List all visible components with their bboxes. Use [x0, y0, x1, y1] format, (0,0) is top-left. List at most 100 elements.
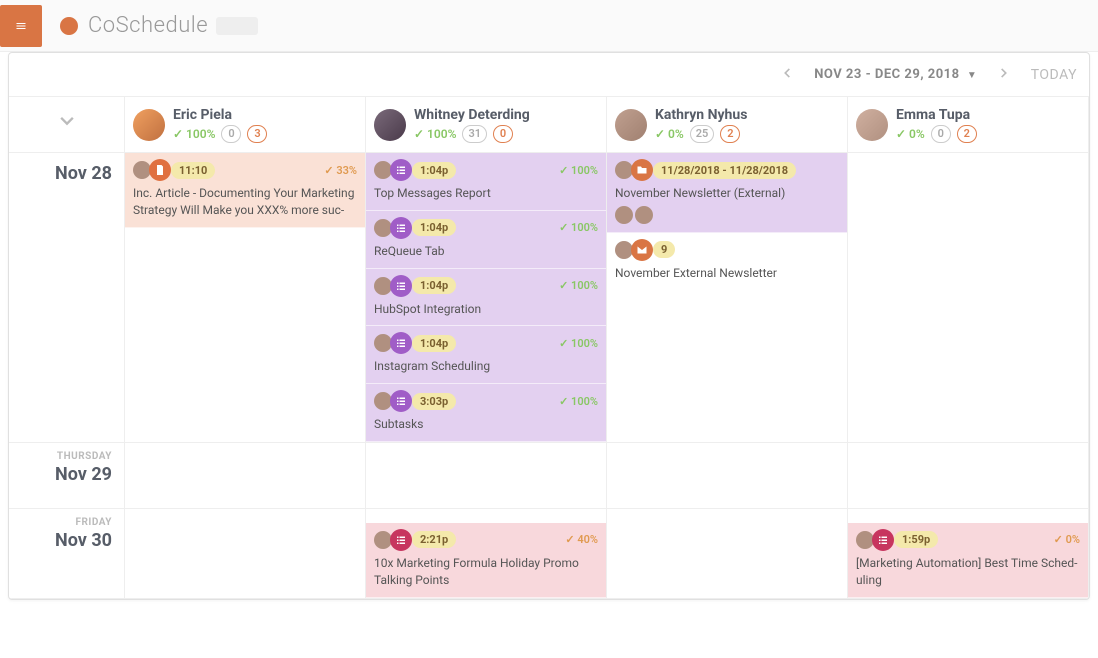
column-header-eric[interactable]: Eric Piela 100% 0 3 [125, 97, 366, 153]
task-card[interactable]: 3:03p 100% Subtasks [366, 384, 606, 442]
list-icon [872, 529, 894, 551]
cell-whitney-nov29 [366, 443, 607, 509]
date-label: Nov 29 [13, 464, 112, 485]
card-pct: 100% [559, 221, 598, 234]
hamburger-menu[interactable] [0, 5, 42, 47]
list-icon [390, 529, 412, 551]
count-badge: 0 [931, 125, 951, 143]
card-title: 10x Marketing Formula Holiday Promo Talk… [374, 555, 598, 589]
mail-icon [631, 239, 653, 261]
avatar [635, 206, 653, 224]
prev-period-button[interactable] [774, 62, 800, 88]
list-icon [390, 332, 412, 354]
cell-eric-nov29 [125, 443, 366, 509]
card-title: HubSpot Integration [374, 301, 598, 318]
task-card[interactable]: 1:59p 0% [Marketing Automation] Best Tim… [848, 523, 1088, 598]
task-card[interactable]: 1:04p 100% ReQueue Tab [366, 211, 606, 269]
card-time: 11:10 [171, 162, 215, 179]
card-time: 1:04p [412, 162, 456, 179]
task-card[interactable]: 11:10 33% Inc. Article - Documenting You… [125, 153, 365, 228]
cell-eric-nov28: 11:10 33% Inc. Article - Documenting You… [125, 153, 366, 443]
card-time: 3:03p [412, 393, 456, 410]
cell-emma-nov30: 1:59p 0% [Marketing Automation] Best Tim… [848, 509, 1089, 599]
task-card[interactable]: 1:04p 100% HubSpot Integration [366, 269, 606, 327]
document-icon [149, 159, 171, 181]
task-card[interactable]: 1:04p 100% Top Messages Report [366, 153, 606, 211]
completion-pct: 100% [173, 127, 215, 141]
cell-whitney-nov28: 1:04p 100% Top Messages Report 1:04p 100… [366, 153, 607, 443]
count-badge: 0 [493, 125, 513, 143]
avatar [615, 109, 647, 141]
card-pct: 100% [559, 337, 598, 350]
card-time: 1:04p [412, 335, 456, 352]
card-time: 1:59p [894, 531, 938, 548]
column-header-whitney[interactable]: Whitney Deterding 100% 31 0 [366, 97, 607, 153]
chevron-left-icon [780, 66, 794, 80]
card-date-range: 11/28/2018 - 11/28/2018 [653, 162, 796, 179]
card-pct: 0% [1054, 533, 1080, 546]
task-card[interactable]: 2:21p 40% 10x Marketing Formula Holiday … [366, 523, 606, 598]
card-pct: 100% [559, 395, 598, 408]
brand-name: CoSchedule [88, 13, 208, 38]
cell-kathryn-nov29 [607, 443, 848, 509]
top-bar: CoSchedule [0, 0, 1098, 52]
count-badge: 2 [957, 125, 977, 143]
completion-pct: 0% [655, 127, 684, 141]
cell-eric-nov30 [125, 509, 366, 599]
cell-whitney-nov30: 2:21p 40% 10x Marketing Formula Holiday … [366, 509, 607, 599]
task-card[interactable]: 1:04p 100% Instagram Scheduling [366, 326, 606, 384]
card-title: Top Messages Report [374, 185, 598, 202]
calendar-container: NOV 23 - DEC 29, 2018 ▼ TODAY Eric Piela… [8, 52, 1090, 600]
card-time: 2:21p [412, 531, 456, 548]
cell-emma-nov28 [848, 153, 1089, 443]
brand-tag [216, 17, 258, 35]
count-badge: 31 [462, 125, 487, 143]
date-range-label: NOV 23 - DEC 29, 2018 [814, 67, 959, 82]
card-time: 1:04p [412, 219, 456, 236]
cell-kathryn-nov30 [607, 509, 848, 599]
task-card[interactable]: 9 November External Newsletter [607, 233, 847, 291]
column-user-name: Kathryn Nyhus [655, 107, 747, 123]
completion-pct: 100% [414, 127, 456, 141]
dow-label: FRIDAY [13, 517, 112, 528]
cell-emma-nov29 [848, 443, 1089, 509]
column-user-name: Whitney Deterding [414, 107, 530, 123]
avatar [856, 109, 888, 141]
card-title: Subtasks [374, 416, 598, 433]
card-title: November External Newsletter [615, 265, 839, 282]
date-range-picker[interactable]: NOV 23 - DEC 29, 2018 ▼ [814, 67, 977, 82]
calendar-toolbar: NOV 23 - DEC 29, 2018 ▼ TODAY [9, 53, 1089, 97]
cell-kathryn-nov28: 11/28/2018 - 11/28/2018 November Newslet… [607, 153, 848, 443]
chevron-down-icon [57, 112, 77, 137]
date-label-nov30: FRIDAY Nov 30 [9, 509, 125, 599]
count-badge: 3 [247, 125, 267, 143]
card-title: ReQueue Tab [374, 243, 598, 260]
hamburger-icon [15, 20, 27, 32]
next-period-button[interactable] [991, 62, 1017, 88]
caret-down-icon: ▼ [967, 70, 977, 81]
avatar [615, 206, 633, 224]
date-label-nov29: THURSDAY Nov 29 [9, 443, 125, 509]
completion-pct: 0% [896, 127, 925, 141]
card-time: 1:04p [412, 277, 456, 294]
column-header-kathryn[interactable]: Kathryn Nyhus 0% 25 2 [607, 97, 848, 153]
list-icon [390, 390, 412, 412]
column-user-name: Emma Tupa [896, 107, 977, 123]
card-title: Inc. Article - Documenting Your Marketin… [133, 185, 357, 219]
card-pct: 100% [559, 279, 598, 292]
collaborator-avatars [615, 206, 839, 224]
card-pct: 40% [565, 533, 598, 546]
card-title: November Newsletter (External) [615, 185, 839, 202]
card-title: Instagram Scheduling [374, 358, 598, 375]
column-header-emma[interactable]: Emma Tupa 0% 0 2 [848, 97, 1089, 153]
expand-toggle-cell[interactable] [9, 97, 125, 153]
date-label-nov28: Nov 28 [9, 153, 125, 443]
column-user-name: Eric Piela [173, 107, 267, 123]
list-icon [390, 275, 412, 297]
folder-icon [631, 159, 653, 181]
date-label: Nov 30 [13, 530, 112, 551]
task-card[interactable]: 11/28/2018 - 11/28/2018 November Newslet… [607, 153, 847, 233]
count-badge: 2 [720, 125, 740, 143]
today-button[interactable]: TODAY [1031, 67, 1077, 83]
card-title: [Marketing Automation] Best Time Sched-u… [856, 555, 1080, 589]
